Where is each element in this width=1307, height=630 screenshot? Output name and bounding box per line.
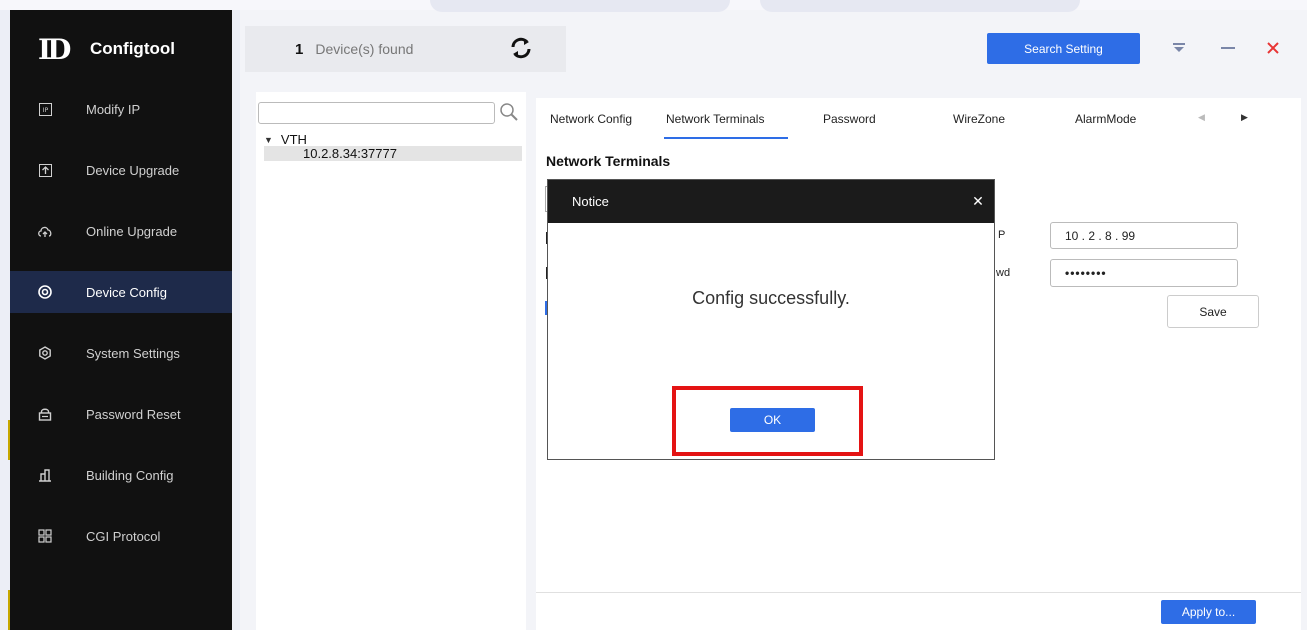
close-icon[interactable]: ✕ (970, 193, 986, 209)
tab-next-icon[interactable]: ▶ (1241, 112, 1248, 123)
ok-button[interactable]: OK (730, 408, 815, 432)
device-count-panel: 1 Device(s) found (245, 26, 566, 72)
dialog-title: Notice (572, 194, 609, 209)
sidebar-item-device-upgrade[interactable]: Device Upgrade (10, 149, 232, 191)
tab-network-config[interactable]: Network Config (550, 112, 632, 126)
gear-icon (36, 344, 54, 362)
panel-footer: Apply to... (536, 592, 1301, 630)
caret-down-icon: ▼ (264, 134, 273, 145)
section-title: Network Terminals (546, 153, 671, 169)
ip-label-fragment: P (998, 229, 1006, 241)
device-count-label: Device(s) found (315, 41, 414, 57)
tree-node-vth[interactable]: ▼ VTH (264, 132, 307, 147)
search-setting-button[interactable]: Search Setting (987, 33, 1140, 64)
device-tree-panel: ▼ VTH 10.2.8.34:37777 (256, 92, 526, 630)
notice-dialog: Notice ✕ Config successfully. OK (547, 179, 995, 460)
dialog-message: Config successfully. (692, 288, 850, 308)
logo: ID Configtool (10, 10, 232, 88)
search-icon[interactable] (498, 101, 520, 123)
tab-wirezone[interactable]: WireZone (953, 112, 1005, 126)
sidebar: ID Configtool IP Modify IP Device Upgrad… (10, 10, 232, 630)
sidebar-item-label: CGI Protocol (86, 528, 161, 544)
sidebar-item-label: System Settings (86, 345, 180, 361)
sidebar-item-device-config[interactable]: Device Config (10, 271, 232, 313)
ip-address-input[interactable]: 10 . 2 . 8 . 99 (1050, 222, 1238, 249)
pwd-label-fragment: wd (996, 267, 1011, 279)
logo-mark: ID (38, 32, 71, 66)
device-search-input[interactable] (258, 102, 495, 124)
app-title: Configtool (90, 39, 175, 58)
upload-icon (36, 161, 54, 179)
background-decoration (760, 0, 1080, 12)
svg-text:IP: IP (42, 107, 48, 114)
tab-password[interactable]: Password (823, 112, 876, 126)
sidebar-item-label: Building Config (86, 467, 174, 483)
sidebar-item-modify-ip[interactable]: IP Modify IP (10, 88, 232, 130)
sidebar-item-label: Device Config (86, 284, 167, 300)
lock-icon (36, 405, 54, 423)
dialog-header: Notice ✕ (548, 180, 994, 223)
ip-icon: IP (36, 100, 54, 118)
background-decoration (430, 0, 730, 12)
sidebar-item-label: Password Reset (86, 406, 181, 422)
active-tab-indicator (664, 137, 788, 139)
sidebar-item-system-settings[interactable]: System Settings (10, 332, 232, 374)
tab-prev-icon[interactable]: ◀ (1198, 112, 1205, 123)
sidebar-item-label: Modify IP (86, 101, 141, 117)
minimize-icon[interactable] (1216, 36, 1240, 60)
tree-node-label: VTH (280, 132, 307, 147)
sidebar-item-online-upgrade[interactable]: Online Upgrade (10, 210, 232, 252)
tab-alarmmode[interactable]: AlarmMode (1075, 112, 1136, 126)
tab-network-terminals[interactable]: Network Terminals (666, 112, 764, 126)
dropdown-menu-icon[interactable] (1167, 36, 1191, 60)
tab-bar: Network Config Network Terminals Passwor… (536, 98, 1301, 140)
sidebar-item-cgi-protocol[interactable]: CGI Protocol (10, 515, 232, 557)
sidebar-item-password-reset[interactable]: Password Reset (10, 393, 232, 435)
building-icon (36, 466, 54, 484)
grid-icon (36, 527, 54, 545)
sidebar-item-label: Device Upgrade (86, 162, 180, 178)
sidebar-item-building-config[interactable]: Building Config (10, 454, 232, 496)
close-icon[interactable] (1261, 36, 1285, 60)
cloud-upload-icon (36, 222, 54, 240)
device-count: 1 (295, 40, 304, 58)
apply-to-button[interactable]: Apply to... (1161, 600, 1256, 624)
refresh-icon[interactable] (509, 36, 533, 60)
sidebar-item-label: Online Upgrade (86, 223, 178, 239)
tree-node-device[interactable]: 10.2.8.34:37777 (264, 146, 522, 161)
save-button[interactable]: Save (1167, 295, 1259, 328)
password-input[interactable]: •••••••• (1050, 259, 1238, 287)
target-icon (36, 283, 54, 301)
